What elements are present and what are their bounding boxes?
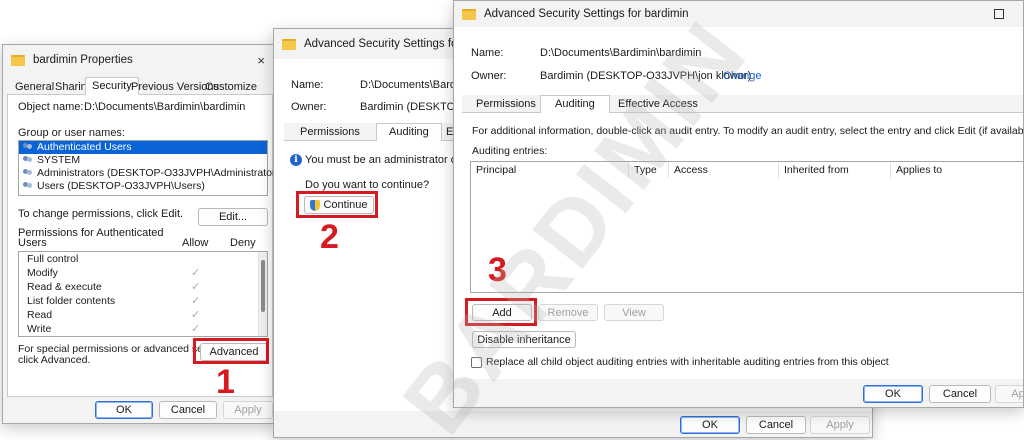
- group-icon: [22, 143, 34, 152]
- tab-strip: General Sharing Security Previous Versio…: [7, 77, 273, 96]
- name-label: Name:: [471, 47, 504, 59]
- allow-check-icon: ✓: [191, 295, 201, 307]
- owner-label: Owner:: [471, 70, 507, 82]
- auditing-info-text: For additional information, double-click…: [472, 125, 1024, 137]
- step-1-number: 1: [216, 363, 235, 401]
- tab-auditing[interactable]: Auditing: [376, 123, 442, 141]
- folder-icon: [282, 38, 296, 50]
- owner-label: Owner:: [291, 101, 327, 113]
- ok-button[interactable]: OK: [95, 401, 153, 419]
- auditing-entries-label: Auditing entries:: [472, 145, 548, 157]
- group-label: Group or user names:: [18, 127, 125, 139]
- view-button[interactable]: View: [604, 304, 664, 321]
- folder-icon: [11, 54, 25, 66]
- permission-row: Write: [27, 323, 52, 335]
- allow-check-icon: ✓: [191, 323, 201, 335]
- edit-button[interactable]: Edit...: [198, 208, 268, 226]
- disable-inheritance-button[interactable]: Disable inheritance: [472, 331, 576, 348]
- owner-value: Bardimin (DESKTOP-O33JVPH\jon klowor): [540, 70, 752, 82]
- tab-effective-access[interactable]: Effective Access: [612, 96, 704, 112]
- permissions-list[interactable]: Full control Modify Read & execute List …: [18, 251, 268, 337]
- group-icon: [22, 182, 34, 191]
- cancel-button[interactable]: Cancel: [746, 416, 806, 434]
- user-list[interactable]: Authenticated Users SYSTEM Administrator…: [18, 140, 275, 196]
- properties-titlebar: bardimin Properties ×: [3, 45, 275, 75]
- deny-header: Deny: [230, 237, 256, 249]
- allow-header: Allow: [182, 237, 209, 249]
- auditing-entries-table[interactable]: Principal Type Access Inherited from App…: [470, 161, 1023, 293]
- list-item[interactable]: Administrators (DESKTOP-O33JVPH\Administ…: [19, 167, 275, 180]
- column-header-principal[interactable]: Principal: [471, 162, 629, 178]
- object-name-label: Object name:: [18, 101, 84, 113]
- apply-button[interactable]: Apply: [995, 385, 1023, 403]
- change-owner-link[interactable]: Change: [723, 70, 762, 82]
- permissions-scrollbar[interactable]: [258, 252, 267, 336]
- column-header-applies-to[interactable]: Applies to: [891, 162, 1023, 178]
- folder-icon: [462, 8, 476, 20]
- window-title: bardimin Properties: [33, 54, 133, 66]
- cancel-button[interactable]: Cancel: [929, 385, 991, 403]
- change-permissions-text: To change permissions, click Edit.: [18, 208, 184, 220]
- permission-row: List folder contents: [27, 295, 116, 307]
- group-icon: [22, 169, 34, 178]
- continue-highlight-box: [296, 191, 378, 218]
- remove-button[interactable]: Remove: [538, 304, 598, 321]
- permission-row: Read: [27, 309, 53, 321]
- maximize-icon[interactable]: [994, 9, 1004, 19]
- screenshot-composite: bardimin Properties × General Sharing Se…: [0, 0, 1024, 440]
- group-icon: [22, 156, 34, 165]
- close-icon[interactable]: ×: [257, 53, 265, 68]
- advanced-security-titlebar: Advanced Security Settings for bardimin: [454, 1, 1023, 27]
- list-item[interactable]: SYSTEM: [19, 154, 267, 167]
- permissions-for-label-2: Users: [18, 237, 47, 249]
- tab-auditing[interactable]: Auditing: [540, 95, 610, 113]
- column-header-inherited-from[interactable]: Inherited from: [779, 162, 891, 178]
- step-3-number: 3: [488, 251, 507, 289]
- list-item[interactable]: Authenticated Users: [19, 141, 267, 154]
- cancel-button[interactable]: Cancel: [159, 401, 217, 419]
- add-highlight-box: [465, 298, 537, 326]
- tab-permissions[interactable]: Permissions: [470, 96, 542, 112]
- column-header-access[interactable]: Access: [669, 162, 779, 178]
- ok-button[interactable]: OK: [863, 385, 923, 403]
- name-value: D:\Documents\Bardim: [360, 79, 468, 91]
- continue-question: Do you want to continue?: [305, 179, 430, 191]
- advanced-highlight-box: [193, 338, 269, 364]
- permission-row: Modify: [27, 267, 58, 279]
- scrollbar-thumb[interactable]: [261, 260, 265, 312]
- name-value: D:\Documents\Bardimin\bardimin: [540, 47, 702, 59]
- advanced-security-body: Name: D:\Documents\Bardimin\bardimin Own…: [454, 27, 1024, 379]
- apply-button[interactable]: Apply: [810, 416, 870, 434]
- ok-button[interactable]: OK: [680, 416, 740, 434]
- column-header-type[interactable]: Type: [629, 162, 669, 178]
- info-icon: i: [290, 154, 302, 166]
- permission-row: Full control: [27, 253, 79, 265]
- permission-row: Read & execute: [27, 281, 102, 293]
- tab-permissions[interactable]: Permissions: [294, 124, 366, 140]
- object-name-value: D:\Documents\Bardimin\bardimin: [84, 101, 246, 113]
- allow-check-icon: ✓: [191, 281, 201, 293]
- advanced-security-window: Advanced Security Settings for bardimin …: [453, 0, 1024, 408]
- tab-customize[interactable]: Customize: [199, 79, 263, 95]
- special-permissions-text-2: click Advanced.: [18, 354, 91, 366]
- step-2-number: 2: [320, 218, 339, 256]
- apply-button[interactable]: Apply: [223, 401, 273, 419]
- window-title: Advanced Security Settings for bardimin: [484, 8, 689, 20]
- allow-check-icon: ✓: [191, 267, 201, 279]
- name-label: Name:: [291, 79, 324, 91]
- replace-child-entries-checkbox[interactable]: [471, 357, 482, 368]
- tab-strip: Permissions Auditing Effective Access: [462, 95, 1023, 113]
- allow-check-icon: ✓: [191, 309, 201, 321]
- replace-child-entries-label[interactable]: Replace all child object auditing entrie…: [486, 356, 889, 368]
- list-item[interactable]: Users (DESKTOP-O33JVPH\Users): [19, 180, 267, 193]
